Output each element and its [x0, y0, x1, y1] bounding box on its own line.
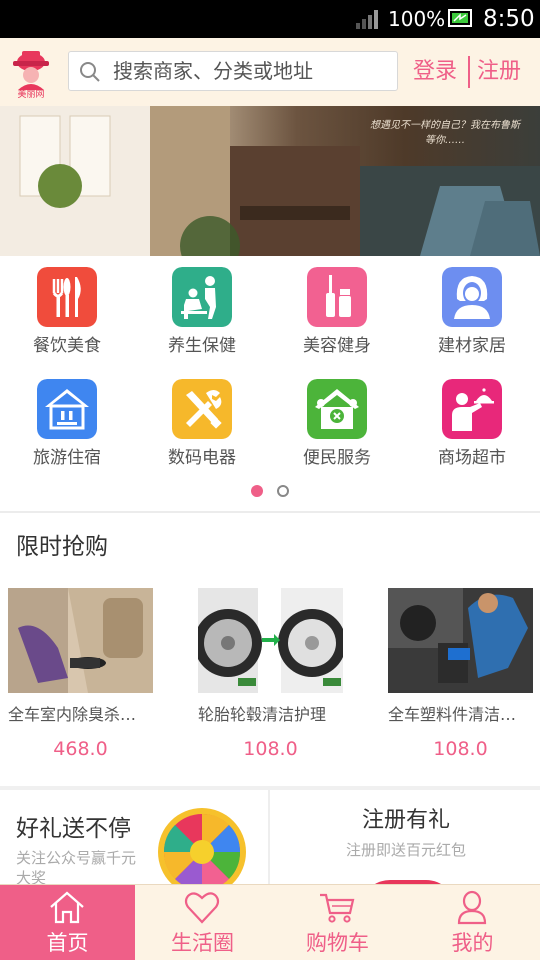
category-label: 建材家居: [438, 336, 506, 356]
category-health[interactable]: 养生保健: [147, 267, 257, 377]
nav-cart[interactable]: 购物车: [270, 885, 405, 960]
category-label: 养生保健: [168, 336, 236, 356]
promo-banner[interactable]: 想遇见不一样的自己？我在布鲁斯等你……: [0, 106, 540, 256]
category-beauty[interactable]: 美容健身: [282, 267, 392, 377]
cart-icon: [320, 893, 355, 923]
product-name: 全车室内除臭杀…: [8, 705, 137, 724]
category-dining[interactable]: 餐饮美食: [12, 267, 122, 377]
page-dot-active[interactable]: [251, 485, 263, 497]
product-price: 468.0: [53, 738, 108, 760]
page-dot[interactable]: [277, 485, 289, 497]
nav-label: 我的: [451, 931, 494, 955]
app-header: 美丽网 搜索商家、分类或地址 登录 注册: [0, 38, 540, 106]
page-indicator: [0, 485, 540, 497]
category-label: 美容健身: [303, 336, 371, 356]
bottom-nav: 首页 生活圈 购物车 我的: [0, 884, 540, 960]
nav-label: 购物车: [306, 931, 369, 955]
register-link[interactable]: 注册: [477, 57, 521, 87]
home-icon: [50, 891, 84, 924]
product-name: 全车塑料件清洁…: [388, 705, 517, 724]
heart-icon: [184, 892, 220, 924]
category-label: 数码电器: [168, 448, 236, 468]
category-digital[interactable]: 数码电器: [147, 379, 257, 489]
promo-subtitle: 注册即送百元红包: [345, 841, 466, 859]
nav-mine[interactable]: 我的: [405, 885, 540, 960]
category-label: 便民服务: [303, 448, 371, 468]
search-icon: [80, 62, 100, 82]
section-title: 限时抢购: [16, 534, 108, 560]
promo-subtitle: 关注公众号赢千元大奖: [16, 849, 137, 887]
hotel-icon: [37, 379, 97, 439]
product-image[interactable]: [198, 588, 343, 693]
login-link[interactable]: 登录: [413, 57, 457, 87]
house-icon: [307, 379, 367, 439]
category-label: 餐饮美食: [33, 336, 101, 356]
logo-text: 美丽网: [17, 88, 44, 98]
category-travel[interactable]: 旅游住宿: [12, 379, 122, 489]
waiter-icon: [442, 379, 502, 439]
tools-icon: [172, 379, 232, 439]
utensils-icon: [37, 267, 97, 327]
nav-label: 首页: [46, 931, 89, 955]
search-placeholder: 搜索商家、分类或地址: [113, 59, 313, 83]
section-divider: [0, 511, 540, 513]
header-divider: [468, 56, 470, 88]
promo-title: 注册有礼: [361, 808, 450, 833]
battery-percent: 100%: [388, 7, 446, 31]
lucky-wheel-icon: [158, 808, 246, 890]
product-price: 108.0: [433, 738, 488, 760]
promo-register-gift[interactable]: 注册有礼 注册即送百元红包: [272, 790, 540, 890]
category-services[interactable]: 便民服务: [282, 379, 392, 489]
status-bar: 100% 8:50: [0, 0, 540, 38]
product-image[interactable]: [8, 588, 153, 693]
massage-icon: [172, 267, 232, 327]
promo-title: 好礼送不停: [16, 816, 131, 842]
nav-label: 生活圈: [171, 931, 234, 955]
user-icon: [457, 890, 487, 925]
category-label: 商场超市: [438, 448, 506, 468]
category-home[interactable]: 建材家居: [417, 267, 527, 377]
category-mall[interactable]: 商场超市: [417, 379, 527, 489]
search-input[interactable]: 搜索商家、分类或地址: [68, 51, 398, 91]
clock: 8:50: [483, 6, 535, 32]
logo-icon[interactable]: 美丽网: [8, 48, 54, 98]
category-label: 旅游住宿: [33, 448, 101, 468]
person-icon: [442, 267, 502, 327]
banner-caption: 想遇见不一样的自己？我在布鲁斯等你……: [370, 120, 520, 146]
product-price: 108.0: [243, 738, 298, 760]
product-image[interactable]: [388, 588, 533, 693]
promo-lucky-wheel[interactable]: 好礼送不停 关注公众号赢千元大奖: [0, 790, 270, 890]
battery-icon: [448, 9, 472, 27]
cosmetics-icon: [307, 267, 367, 327]
nav-home[interactable]: 首页: [0, 885, 135, 960]
product-name: 轮胎轮毂清洁护理: [198, 705, 327, 724]
nav-life-circle[interactable]: 生活圈: [135, 885, 270, 960]
signal-icon: [356, 10, 378, 29]
